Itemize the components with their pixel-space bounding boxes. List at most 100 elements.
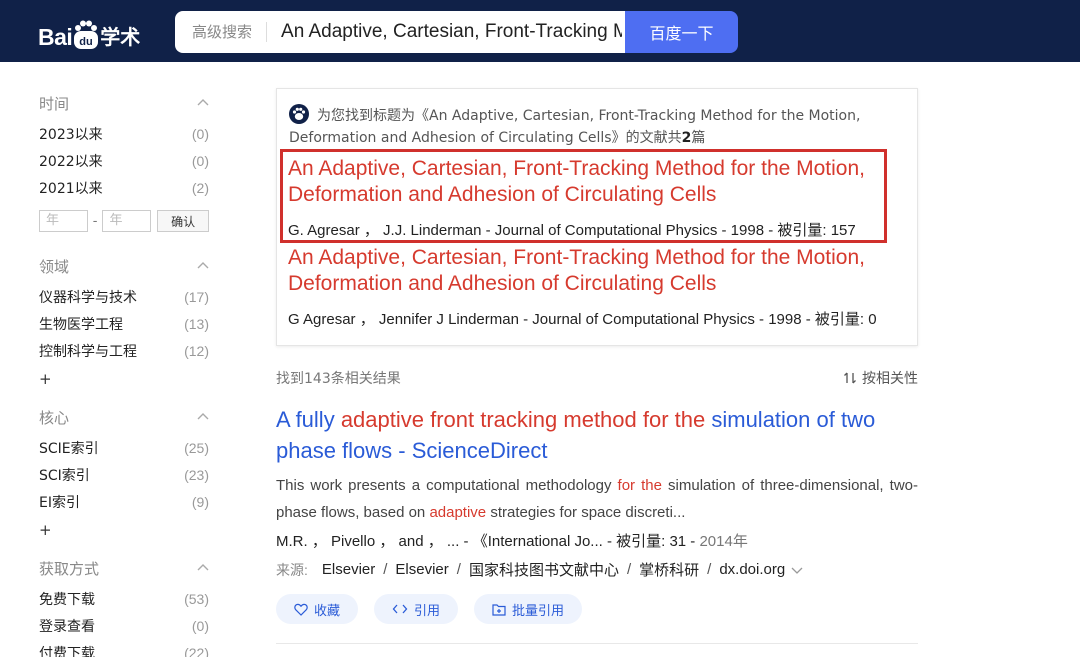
sort-icon	[844, 372, 856, 384]
expand-more-button[interactable]: +	[39, 364, 209, 394]
batch-cite-button[interactable]: 批量引用	[474, 594, 583, 624]
favorite-button[interactable]: 收藏	[276, 594, 359, 624]
source-link[interactable]: Elsevier	[322, 561, 375, 578]
paw-icon	[289, 104, 309, 124]
facet-item-label: 付费下载	[39, 645, 95, 657]
abstract-part-highlight: for the	[617, 477, 662, 494]
sort-label: 按相关性	[862, 371, 918, 387]
facet-item-label: 控制科学与工程	[39, 343, 137, 360]
facet-item-count: (2)	[191, 179, 209, 196]
facet-title: 领域	[39, 257, 70, 276]
facet-item-count: (22)	[184, 644, 209, 657]
facet-item[interactable]: 生物医学工程 (13)	[39, 310, 209, 337]
year-confirm-button[interactable]: 确认	[157, 210, 209, 232]
match-head-suffix: 篇	[691, 130, 706, 146]
facet-item-label: 2021以来	[39, 180, 103, 197]
sort-by-relevance[interactable]: 按相关性	[843, 368, 918, 388]
paw-icon: du	[73, 20, 99, 50]
facet-item[interactable]: 控制科学与工程 (12)	[39, 337, 209, 364]
facet-item-label: SCI索引	[39, 467, 90, 484]
chevron-up-icon	[197, 413, 209, 420]
year-to-input[interactable]: 年	[102, 210, 152, 232]
match-result-title[interactable]: An Adaptive, Cartesian, Front-Tracking M…	[288, 156, 888, 208]
facet-item-label: SCIE索引	[39, 440, 99, 457]
abstract-part: This work presents a computational metho…	[276, 477, 618, 494]
facet-title: 获取方式	[39, 559, 100, 578]
top-header: Bai du 学术 高级搜索 An Adaptive, Cartesian, F…	[0, 0, 1080, 62]
search-button[interactable]: 百度一下	[625, 11, 738, 53]
chevron-up-icon	[197, 564, 209, 571]
facet-item[interactable]: 仪器科学与技术 (17)	[39, 283, 209, 310]
heart-icon	[294, 603, 308, 616]
favorite-label: 收藏	[314, 603, 341, 619]
facet-item-count: (9)	[191, 493, 209, 510]
facet-header-field[interactable]: 领域	[39, 249, 209, 283]
logo-text: Bai	[38, 24, 73, 50]
facet-item[interactable]: 2023以来 (0)	[39, 120, 209, 147]
facet-item-count: (23)	[184, 466, 209, 483]
facet-item-label: 仪器科学与技术	[39, 289, 137, 306]
facet-item-label: EI索引	[39, 494, 80, 511]
chevron-up-icon	[197, 262, 209, 269]
abstract-part: strategies for space discreti...	[486, 504, 686, 521]
cite-button[interactable]: 引用	[374, 594, 459, 624]
match-card-header: 为您找到标题为《An Adaptive, Cartesian, Front-Tr…	[289, 104, 889, 149]
result-divider	[276, 643, 918, 644]
expand-more-button[interactable]: +	[39, 515, 209, 545]
facet-item[interactable]: 登录查看 (0)	[39, 612, 209, 639]
result-authors-line: M.R. ， Pivello ， and ， ... - 《Internatio…	[276, 530, 748, 551]
facet-item[interactable]: SCIE索引 (25)	[39, 434, 209, 461]
facet-item-count: (25)	[184, 439, 209, 456]
facet-item[interactable]: EI索引 (9)	[39, 488, 209, 515]
match-result-meta: G. Agresar ， J.J. Linderman - Journal of…	[288, 222, 856, 239]
year-from-input[interactable]: 年	[39, 210, 88, 232]
result-title[interactable]: A fully adaptive front tracking method f…	[276, 404, 916, 466]
facet-item-count: (0)	[191, 617, 209, 634]
title-match-card: 为您找到标题为《An Adaptive, Cartesian, Front-Tr…	[276, 88, 918, 346]
facet-header-time[interactable]: 时间	[39, 86, 209, 120]
facet-header-access[interactable]: 获取方式	[39, 551, 209, 585]
facet-title: 时间	[39, 94, 70, 113]
facet-item-count: (53)	[184, 590, 209, 607]
filter-sidebar: 时间 2023以来 (0) 2022以来 (0) 2021以来 (2) 年 - 年 确…	[39, 86, 209, 657]
result-actions: 收藏 引用 批量引用	[276, 594, 598, 624]
facet-item[interactable]: 付费下载 (22)	[39, 639, 209, 657]
folder-plus-icon	[492, 603, 506, 616]
source-link[interactable]: Elsevier	[395, 561, 448, 578]
facet-item[interactable]: 免费下载 (53)	[39, 585, 209, 612]
title-part: A fully	[276, 407, 341, 432]
logo-paw-text: du	[80, 36, 93, 48]
title-part-highlight: adaptive front tracking method for the	[340, 407, 706, 432]
match-head-text: 为您找到标题为《An Adaptive, Cartesian, Front-Tr…	[289, 108, 861, 146]
result-count: 找到143条相关结果	[276, 371, 401, 387]
facet-item-label: 免费下载	[39, 591, 95, 608]
facet-header-core[interactable]: 核心	[39, 400, 209, 434]
source-link[interactable]: dx.doi.org	[719, 561, 785, 578]
authors-text: M.R. ， Pivello ， and ， ... - 《Internatio…	[276, 533, 700, 550]
facet-item[interactable]: 2022以来 (0)	[39, 147, 209, 174]
facet-item-label: 2023以来	[39, 126, 103, 143]
logo-cn-text: 学术	[100, 25, 141, 49]
cite-label: 引用	[414, 603, 441, 619]
baidu-scholar-logo[interactable]: Bai du 学术	[38, 12, 140, 50]
result-sources: 来源: Elsevier / Elsevier / 国家科技图书文献中心 / 掌…	[276, 559, 803, 580]
facet-item[interactable]: 2021以来 (2)	[39, 174, 209, 201]
code-quote-icon	[392, 604, 408, 614]
source-link[interactable]: 国家科技图书文献中心	[469, 559, 619, 580]
chevron-down-icon[interactable]	[791, 564, 803, 576]
facet-item-count: (0)	[191, 125, 209, 142]
search-box[interactable]: 高级搜索 An Adaptive, Cartesian, Front-Track…	[175, 11, 626, 53]
facet-item[interactable]: SCI索引 (23)	[39, 461, 209, 488]
chevron-up-icon	[197, 99, 209, 106]
advanced-search-link[interactable]: 高级搜索	[175, 22, 268, 42]
facet-item-label: 2022以来	[39, 153, 103, 170]
facet-title: 核心	[39, 408, 70, 427]
match-result-title[interactable]: An Adaptive, Cartesian, Front-Tracking M…	[288, 245, 888, 297]
search-input[interactable]: An Adaptive, Cartesian, Front-Tracking M…	[267, 21, 622, 43]
source-label: 来源:	[276, 561, 308, 578]
facet-item-count: (17)	[184, 288, 209, 305]
facet-item-label: 生物医学工程	[39, 316, 123, 333]
source-link[interactable]: 掌桥科研	[639, 559, 699, 580]
year-range: 年 - 年 确认	[39, 209, 209, 233]
facet-item-count: (12)	[184, 342, 209, 359]
